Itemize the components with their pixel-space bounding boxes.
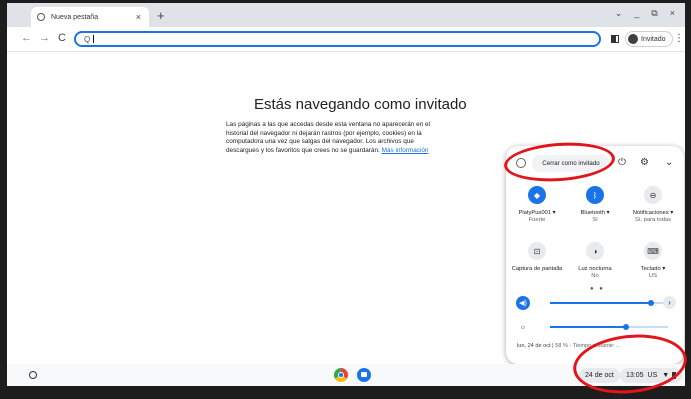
quick-settings-header: Cerrar como invitado ⏻ ⚙ ⌄ [506,154,684,176]
volume-slider-knob[interactable] [648,300,655,306]
page-indicator: ● ● [590,286,605,292]
tile-sublabel: Sí, para todas [634,217,672,223]
tile-screen-capture[interactable]: ⊡ Captura de pantalla [509,242,565,272]
address-bar[interactable]: Q [74,31,601,47]
brightness-icon: ☼ [519,323,527,331]
profile-label: Invitado [641,35,666,43]
tile-wifi[interactable]: ◆ PlatyPus001 ▾ Fuerte [509,186,565,223]
notifications-icon: ⊖ [644,186,662,204]
clock: 13:05 [626,372,644,379]
tile-bluetooth[interactable]: ᛒ Bluetooth ▾ Sí [567,186,623,223]
forward-button[interactable]: → [39,32,50,44]
screen-capture-icon: ⊡ [528,242,546,260]
quick-settings-footer: lun, 24 de oct | 58 % - Tiempo restante:… [517,343,621,349]
tile-night-light[interactable]: ◑ Luz nocturna No [567,242,623,279]
close-tab-icon[interactable]: × [136,12,141,22]
tile-sublabel: No [591,273,599,279]
tab-search-icon[interactable]: ⌄ [615,8,623,19]
brightness-slider-fill [550,326,626,328]
globe-icon [37,13,45,21]
close-window-button[interactable]: × [670,8,675,19]
keyboard-layout-label: US [647,372,658,379]
volume-slider[interactable] [550,300,668,306]
tile-sublabel: US [648,273,658,279]
window-controls: ⌄ _ ⧉ × [615,8,675,19]
tile-notifications[interactable]: ⊖ Notificaciones ▾ Sí, para todas [625,186,681,223]
settings-icon[interactable]: ⚙ [640,157,649,168]
volume-slider-fill [550,302,652,304]
menu-icon[interactable]: ⋮ [674,33,684,44]
text-cursor [93,35,95,43]
volume-icon[interactable]: ◀) [516,296,530,310]
guest-user-icon [516,158,526,168]
tile-keyboard[interactable]: ⌨ Teclado ▾ US [625,242,681,279]
reload-button[interactable]: C [58,32,66,44]
tile-label: Teclado ▾ [640,266,666,272]
tab-strip: Nueva pestaña × + ⌄ _ ⧉ × [7,3,685,27]
footer-date[interactable]: lun, 24 de oct [517,343,551,349]
tile-label: Notificaciones ▾ [632,210,674,216]
files-app-icon[interactable] [357,368,371,382]
minimize-button[interactable]: _ [634,8,639,19]
night-light-icon: ◑ [586,242,604,260]
quick-settings-panel: Cerrar como invitado ⏻ ⚙ ⌄ ◆ PlatyPus001… [506,146,684,364]
browser-toolbar: ← → C Q Invitado ⋮ [7,27,685,52]
collapse-icon[interactable]: ⌄ [665,157,673,168]
date-tray[interactable]: 24 de oct [579,368,620,383]
battery-icon [672,372,677,379]
tile-sublabel: Fuerte [528,217,546,223]
date-label: 24 de oct [585,372,614,379]
wifi-icon: ◆ [528,186,546,204]
shelf: 24 de oct 13:05 US ▼ [7,364,685,386]
tab-new-tab[interactable]: Nueva pestaña × [31,7,149,27]
audio-settings-arrow-icon[interactable]: › [663,296,676,309]
chrome-app-icon[interactable] [334,368,348,382]
back-button[interactable]: ← [21,32,32,44]
brightness-slider-row: ☼ [516,320,676,334]
page-title: Estás navegando como invitado [254,96,467,113]
sign-out-guest-button[interactable]: Cerrar como invitado [532,155,610,172]
tile-label: PlatyPus001 ▾ [518,210,556,216]
brightness-slider[interactable] [550,324,668,330]
new-tab-button[interactable]: + [157,8,165,23]
footer-battery: 58 % - Tiempo restante: ... [555,343,621,349]
wifi-status-icon: ▼ [662,372,670,379]
guest-avatar-icon [628,34,638,44]
side-panel-icon[interactable] [611,35,619,43]
profile-button[interactable]: Invitado [625,31,673,47]
bluetooth-icon: ᛒ [586,186,604,204]
tab-title: Nueva pestaña [51,13,99,21]
page-description: Las páginas a las que accedas desde esta… [226,121,448,155]
tile-label: Captura de pantalla [511,266,563,272]
chromeos-screen: Nueva pestaña × + ⌄ _ ⧉ × ← → C Q Invita… [7,3,685,386]
keyboard-icon: ⌨ [644,242,662,260]
brightness-slider-knob[interactable] [622,324,629,330]
power-icon[interactable]: ⏻ [618,157,626,168]
launcher-icon[interactable] [29,371,37,379]
tile-label: Bluetooth ▾ [580,210,610,216]
tile-sublabel: Sí [592,217,598,223]
status-tray[interactable]: 13:05 US ▼ [620,368,683,383]
tile-label: Luz nocturna [578,266,612,272]
search-icon: Q [84,34,91,44]
learn-more-link[interactable]: Más información [382,147,429,154]
volume-slider-row: ◀) [516,296,676,310]
restore-button[interactable]: ⧉ [651,8,657,19]
